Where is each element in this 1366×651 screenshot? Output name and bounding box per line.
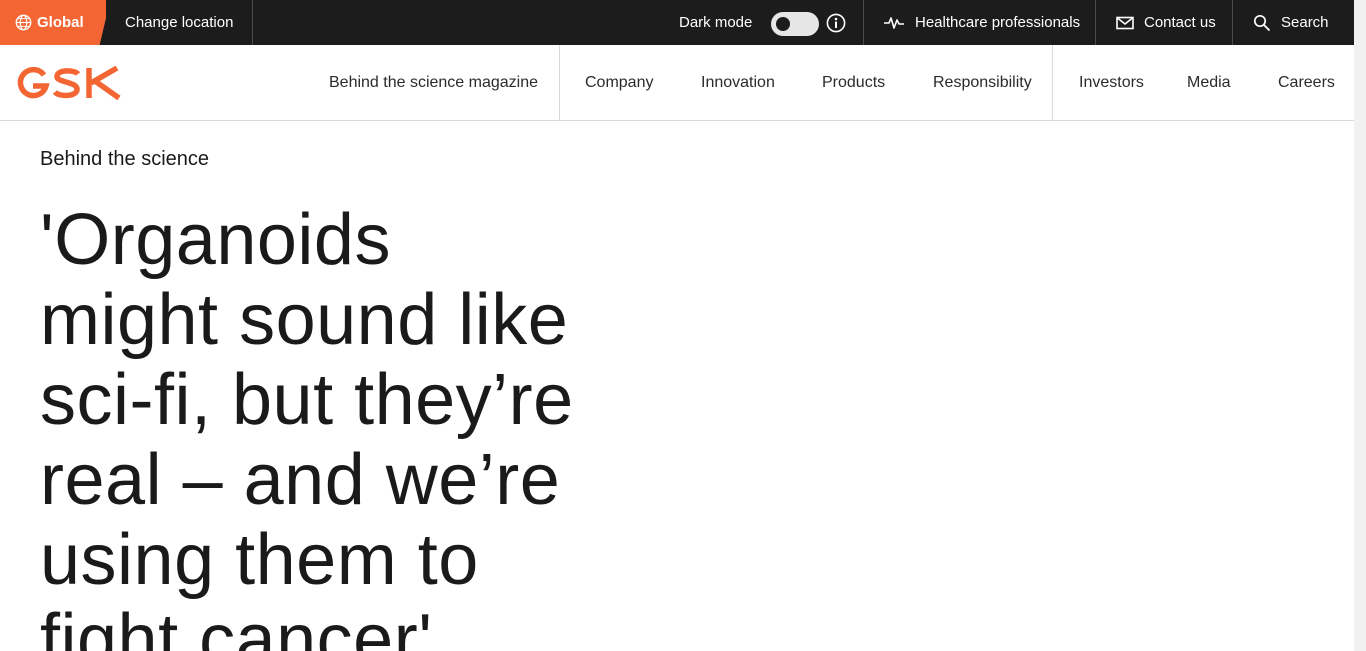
headline-line: using them to (40, 520, 479, 600)
nav-company[interactable]: Company (585, 45, 653, 120)
search-button[interactable]: Search (1232, 0, 1354, 45)
article-eyebrow[interactable]: Behind the science (40, 148, 209, 171)
page-scrollbar[interactable] (1354, 0, 1366, 651)
mail-icon (1116, 16, 1134, 29)
headline-line: sci-fi, but they’re (40, 360, 574, 440)
headline-line: might sound like (40, 280, 569, 360)
nav-investors[interactable]: Investors (1079, 45, 1144, 120)
nav-innovation[interactable]: Innovation (701, 45, 775, 120)
global-label: Global (37, 14, 84, 31)
toggle-knob (776, 17, 790, 31)
headline-line: 'Organoids (40, 200, 391, 280)
dark-mode-toggle[interactable] (771, 12, 819, 36)
nav-products[interactable]: Products (822, 45, 885, 120)
change-location-link[interactable]: Change location (106, 0, 253, 45)
main-navigation: Behind the science magazine Company Inno… (0, 45, 1354, 121)
nav-media[interactable]: Media (1187, 45, 1231, 120)
healthcare-professionals-link[interactable]: Healthcare professionals (863, 0, 1096, 45)
global-location-button[interactable]: Global (0, 0, 106, 45)
utility-bar: Global Change location Dark mode Healthc… (0, 0, 1354, 45)
pulse-icon (884, 16, 904, 29)
dark-mode-label: Dark mode (679, 14, 753, 31)
article-headline: 'Organoids might sound like sci-fi, but … (40, 200, 660, 651)
hcp-label: Healthcare professionals (915, 14, 1081, 31)
contact-label: Contact us (1144, 14, 1216, 31)
info-icon[interactable] (826, 13, 846, 33)
search-icon (1253, 14, 1271, 31)
nav-careers[interactable]: Careers (1278, 45, 1335, 120)
contact-us-link[interactable]: Contact us (1095, 0, 1233, 45)
headline-line: fight cancer' (40, 600, 433, 651)
gsk-logo[interactable] (15, 66, 121, 100)
nav-behind-the-science-magazine[interactable]: Behind the science magazine (329, 45, 538, 120)
nav-divider (1052, 45, 1053, 120)
headline-line: real – and we’re (40, 440, 561, 520)
search-label: Search (1281, 14, 1329, 31)
nav-divider (559, 45, 560, 120)
globe-icon (15, 14, 32, 31)
nav-responsibility[interactable]: Responsibility (933, 45, 1032, 120)
